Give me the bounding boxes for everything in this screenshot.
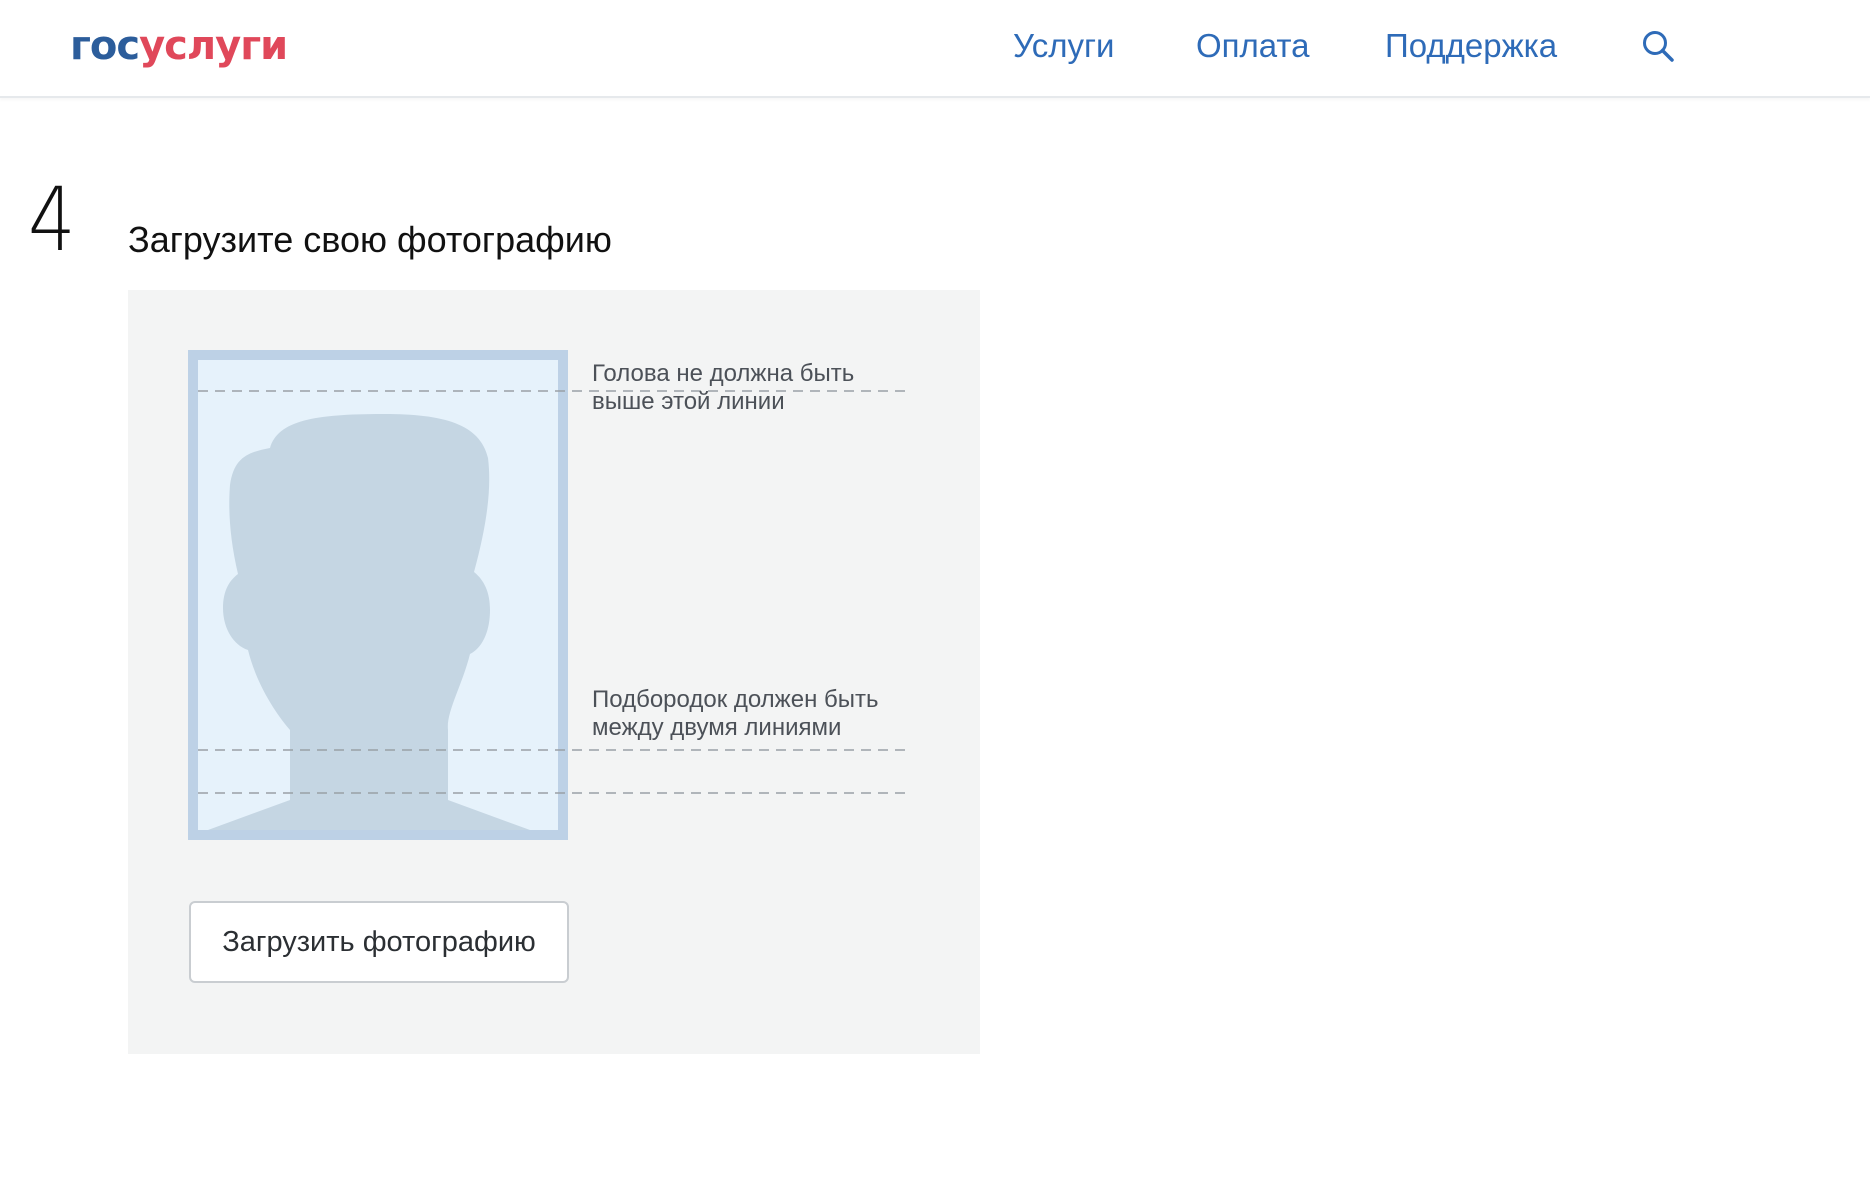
photo-example-frame xyxy=(188,350,568,840)
step-number: 4 xyxy=(28,168,76,271)
chin-range-hint: Подбородок должен быть между двумя линия… xyxy=(592,686,879,741)
logo-part-uslugi: услуги xyxy=(139,23,288,69)
nav-payment-link[interactable]: Оплата xyxy=(1196,26,1310,66)
photo-example-area xyxy=(198,360,558,830)
gosuslugi-logo[interactable]: госуслуги xyxy=(70,20,288,72)
search-icon[interactable] xyxy=(1640,28,1676,64)
person-silhouette-icon xyxy=(208,414,530,830)
top-header: госуслуги Услуги Оплата Поддержка xyxy=(0,0,1870,98)
upload-photo-button[interactable]: Загрузить фотографию xyxy=(189,901,569,983)
head-limit-hint: Голова не должна быть выше этой линии xyxy=(592,360,855,415)
logo-part-gos: гос xyxy=(70,23,140,69)
nav-services-link[interactable]: Услуги xyxy=(1013,26,1114,66)
nav-support-link[interactable]: Поддержка xyxy=(1385,26,1557,66)
section-title: Загрузите свою фотографию xyxy=(128,219,612,260)
